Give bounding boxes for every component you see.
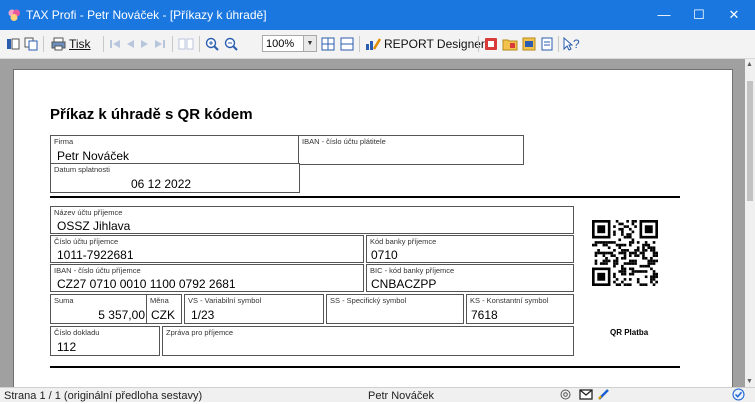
mena-value: CZK (151, 308, 175, 322)
ks-label: KS - Konstantní symbol (470, 296, 549, 305)
nav-last-icon[interactable] (154, 34, 166, 54)
help-button[interactable]: ? (563, 34, 580, 54)
export-folder-icon[interactable] (502, 34, 518, 54)
suma-field: Suma 5 357,00 (50, 294, 150, 324)
report-page: Příkaz k úhradě s QR kódem Firma Petr No… (13, 69, 733, 389)
kod-field: Kód banky příjemce 0710 (366, 235, 574, 263)
vertical-scrollbar[interactable]: ▲ ▼ (745, 59, 755, 387)
nazev-value: OSSZ Jihlava (57, 219, 131, 233)
zprava-field: Zpráva pro příjemce (162, 326, 574, 356)
report-designer-button[interactable]: REPORT Designer (365, 34, 485, 54)
chevron-down-icon[interactable]: ▼ (304, 35, 317, 52)
report-designer-label: REPORT Designer (384, 37, 485, 51)
firma-field: Firma Petr Nováček (50, 135, 300, 165)
kod-label: Kód banky příjemce (370, 237, 437, 246)
chart-edit-icon (366, 38, 381, 50)
check-circle-icon[interactable] (732, 388, 745, 404)
iban-payer-label: IBAN - číslo účtu plátitele (302, 137, 386, 146)
datum-field: Datum splatnosti 06 12 2022 (50, 163, 300, 193)
divider-bottom (50, 366, 680, 368)
mena-label: Měna (150, 296, 169, 305)
status-bar: Strana 1 / 1 (originální předloha sestav… (0, 387, 755, 402)
firma-label: Firma (54, 137, 74, 146)
scroll-thumb[interactable] (747, 81, 753, 201)
nav-next-icon[interactable] (139, 34, 151, 54)
fit-page-icon[interactable] (340, 34, 354, 54)
qr-code-image (592, 220, 658, 286)
iban-field: IBAN - číslo účtu příjemce CZ27 0710 001… (50, 264, 364, 292)
bic-value: CNBACZPP (371, 277, 437, 291)
nazev-field: Název účtu příjemce OSSZ Jihlava (50, 206, 574, 234)
cislo-value: 1011-7922681 (57, 248, 134, 262)
vs-label: VS - Variabilní symbol (188, 296, 262, 305)
fit-width-icon[interactable] (321, 34, 335, 54)
mena-field: Měna CZK (146, 294, 182, 324)
help-label: ? (573, 37, 580, 51)
firma-value: Petr Nováček (57, 149, 130, 163)
cislo-field: Číslo účtu příjemce 1011-7922681 (50, 235, 364, 263)
bic-field: BIC - kód banky příjemce CNBACZPP (366, 264, 574, 292)
window-title: TAX Profi - Petr Nováček - [Příkazy k úh… (26, 8, 267, 22)
toolbar: Tisk REPORT Designer ? (0, 30, 755, 59)
doklad-value: 112 (57, 340, 77, 354)
iban-value: CZ27 0710 0010 1100 0792 2681 (57, 277, 236, 291)
print-button[interactable]: Tisk (51, 34, 91, 54)
status-user: Petr Nováček (368, 390, 435, 402)
qr-label: QR Platba (610, 328, 649, 337)
two-pages-icon[interactable] (178, 34, 194, 54)
scroll-up-icon[interactable]: ▲ (746, 61, 753, 68)
nav-first-icon[interactable] (109, 34, 121, 54)
close-button[interactable]: ✕ (711, 0, 755, 30)
vs-value: 1/23 (191, 308, 215, 322)
title-bar: TAX Profi - Petr Nováček - [Příkazy k úh… (0, 0, 755, 30)
print-label: Tisk (69, 37, 91, 51)
zoom-in-icon[interactable] (205, 34, 219, 54)
doklad-label: Číslo dokladu (54, 328, 100, 337)
export-doc-icon[interactable] (540, 34, 554, 54)
vs-field: VS - Variabilní symbol 1/23 (184, 294, 324, 324)
first-page-icon[interactable] (6, 34, 20, 54)
zoom-out-icon[interactable] (224, 34, 238, 54)
ss-field: SS - Specifický symbol (326, 294, 464, 324)
suma-value: 5 357,00 (98, 308, 145, 322)
datum-value: 06 12 2022 (131, 177, 192, 191)
nazev-label: Název účtu příjemce (54, 208, 123, 217)
export-excel-icon[interactable] (522, 34, 536, 54)
ks-value: 7618 (471, 308, 498, 322)
ks-field: KS - Konstantní symbol 7618 (466, 294, 574, 324)
nav-prev-icon[interactable] (124, 34, 136, 54)
iban-label: IBAN - číslo účtu příjemce (54, 266, 141, 275)
divider-top (50, 196, 680, 198)
bic-label: BIC - kód banky příjemce (370, 266, 455, 275)
printer-icon (51, 37, 66, 51)
doklad-field: Číslo dokladu 112 (50, 326, 160, 356)
datum-label: Datum splatnosti (54, 165, 110, 174)
form-title: Příkaz k úhradě s QR kódem (50, 106, 253, 123)
cislo-label: Číslo účtu příjemce (54, 237, 119, 246)
scroll-down-icon[interactable]: ▼ (746, 378, 753, 385)
pointer-help-icon (563, 37, 573, 51)
page-info: Strana 1 / 1 (originální předloha sestav… (4, 390, 203, 402)
export-pdf-icon[interactable] (484, 34, 498, 54)
zoom-select[interactable]: 100% (262, 35, 304, 52)
copy-icon[interactable] (24, 34, 38, 54)
kod-value: 0710 (371, 248, 398, 262)
zprava-label: Zpráva pro příjemce (166, 328, 234, 337)
iban-payer-field: IBAN - číslo účtu plátitele (298, 135, 524, 165)
app-logo-icon (8, 9, 20, 21)
ss-label: SS - Specifický symbol (330, 296, 407, 305)
suma-label: Suma (54, 296, 74, 305)
